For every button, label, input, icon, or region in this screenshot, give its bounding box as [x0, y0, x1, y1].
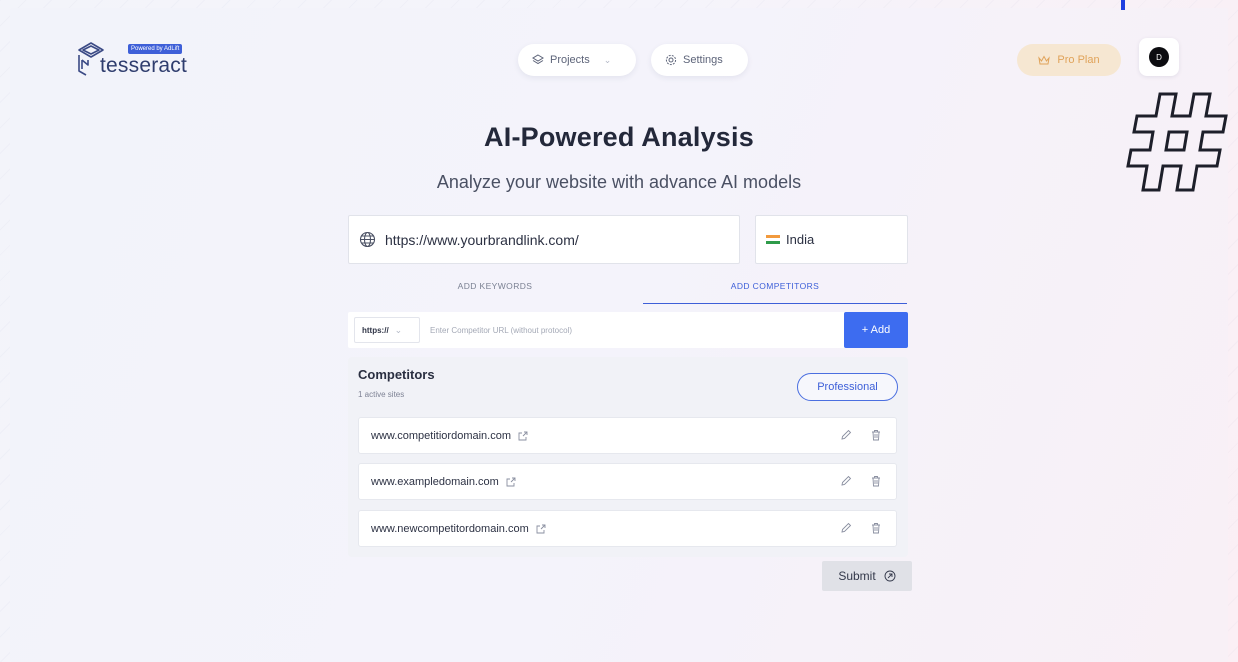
avatar: D — [1149, 47, 1169, 67]
trash-icon[interactable] — [870, 475, 882, 487]
brand-badge: Powered by AdLift — [128, 44, 183, 54]
country-value: India — [786, 232, 815, 247]
crown-icon — [1038, 55, 1051, 65]
competitor-row: www.competitiordomain.com — [358, 417, 897, 454]
trash-icon[interactable] — [870, 429, 882, 441]
competitors-panel: Competitors 1 active sites Professional … — [348, 357, 908, 557]
competitor-url-input[interactable] — [430, 317, 840, 343]
projects-label: Projects — [550, 54, 590, 66]
competitor-row: www.exampledomain.com — [358, 463, 897, 500]
page-subtitle: Analyze your website with advance AI mod… — [436, 172, 802, 192]
pro-plan-button[interactable]: Pro Plan — [1017, 44, 1121, 76]
country-select[interactable]: India — [755, 215, 908, 264]
submit-label: Submit — [838, 569, 876, 583]
user-menu-button[interactable]: D — [1139, 38, 1179, 76]
arrow-circle-icon — [884, 570, 896, 582]
plan-badge[interactable]: Professional — [797, 373, 898, 401]
competitor-row: www.newcompetitordomain.com — [358, 510, 897, 547]
competitors-heading: Competitors — [358, 367, 435, 382]
settings-label: Settings — [683, 54, 723, 66]
competitor-domain: www.newcompetitordomain.com — [371, 522, 529, 535]
competitor-domain: www.competitiordomain.com — [371, 429, 511, 442]
pencil-icon[interactable] — [840, 475, 852, 487]
pencil-icon[interactable] — [840, 429, 852, 441]
india-flag-icon — [766, 235, 780, 244]
competitor-input-row: https:// ⌄ — [348, 312, 908, 348]
competitor-domain: www.exampledomain.com — [371, 475, 499, 488]
chevron-down-icon: ⌄ — [603, 54, 612, 65]
protocol-select[interactable]: https:// ⌄ — [354, 317, 420, 343]
layers-icon — [532, 54, 544, 65]
active-sites-count: 1 active sites — [358, 390, 405, 399]
globe-icon — [359, 231, 376, 247]
brand-logo[interactable]: Powered by AdLift tesseract — [76, 38, 206, 84]
settings-button[interactable]: Settings — [651, 44, 748, 76]
projects-menu-button[interactable]: Projects ⌄ — [518, 44, 636, 76]
add-competitor-button[interactable]: + Add — [844, 312, 908, 348]
brand-name: tesseract — [100, 54, 187, 77]
external-link-icon[interactable] — [518, 431, 528, 441]
tab-add-competitors[interactable]: ADD COMPETITORS — [643, 276, 907, 304]
gear-icon — [665, 54, 677, 66]
trash-icon[interactable] — [870, 522, 882, 534]
pencil-icon[interactable] — [840, 522, 852, 534]
chevron-down-icon: ⌄ — [394, 324, 403, 335]
protocol-value: https:// — [362, 325, 389, 335]
website-url-value: https://www.yourbrandlink.com/ — [385, 231, 579, 248]
submit-button[interactable]: Submit — [822, 561, 912, 591]
external-link-icon[interactable] — [506, 477, 516, 487]
external-link-icon[interactable] — [536, 524, 546, 534]
pro-plan-label: Pro Plan — [1057, 54, 1100, 66]
edge-marker — [1121, 0, 1125, 10]
tab-add-keywords[interactable]: ADD KEYWORDS — [363, 276, 627, 304]
page-title: AI-Powered Analysis — [484, 122, 754, 152]
website-url-field[interactable]: https://www.yourbrandlink.com/ — [348, 215, 740, 264]
